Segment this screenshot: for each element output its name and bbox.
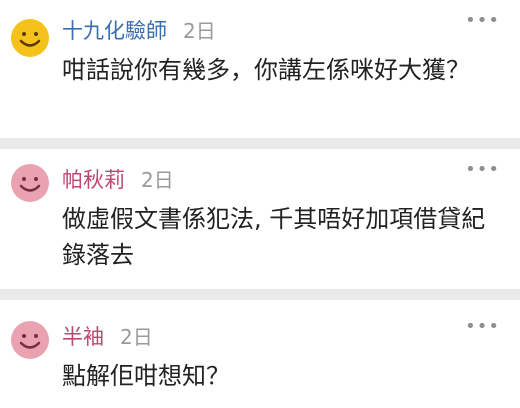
commenter-name[interactable]: 半袖	[62, 320, 104, 354]
comment-time: 2日	[141, 168, 174, 192]
divider	[0, 138, 520, 149]
comment-list: 十九化驗師 2日 ••• 咁話說你有幾多，你講左係咪好大獲？ 帕秋莉 2日 ••…	[0, 0, 520, 408]
more-dots-icon[interactable]: •••	[465, 12, 500, 30]
commenter-name[interactable]: 帕秋莉	[62, 163, 125, 197]
comment-item: 十九化驗師 2日 ••• 咁話說你有幾多，你講左係咪好大獲？	[0, 0, 520, 138]
comment-time: 2日	[120, 325, 153, 349]
smiley-face-icon[interactable]	[10, 163, 50, 203]
smiley-face-icon[interactable]	[10, 320, 50, 360]
comment-text: 做虛假文書係犯法, 千其唔好加項借貸紀錄落去	[62, 205, 486, 269]
divider	[0, 289, 520, 300]
comment-time: 2日	[183, 19, 216, 43]
comment-text: 點解佢咁想知？	[62, 362, 230, 390]
more-dots-icon[interactable]: •••	[465, 318, 500, 336]
more-dots-icon[interactable]: •••	[465, 161, 500, 179]
smiley-face-icon[interactable]	[10, 18, 50, 58]
commenter-name[interactable]: 十九化驗師	[62, 14, 167, 48]
comment-item: 帕秋莉 2日 ••• 做虛假文書係犯法, 千其唔好加項借貸紀錄落去	[0, 149, 520, 289]
comment-header: 半袖 2日	[62, 320, 498, 354]
comment-item: 半袖 2日 ••• 點解佢咁想知？	[0, 300, 520, 408]
comment-text: 咁話說你有幾多，你講左係咪好大獲？	[62, 56, 470, 84]
comment-header: 帕秋莉 2日	[62, 163, 498, 197]
comment-header: 十九化驗師 2日	[62, 14, 498, 48]
